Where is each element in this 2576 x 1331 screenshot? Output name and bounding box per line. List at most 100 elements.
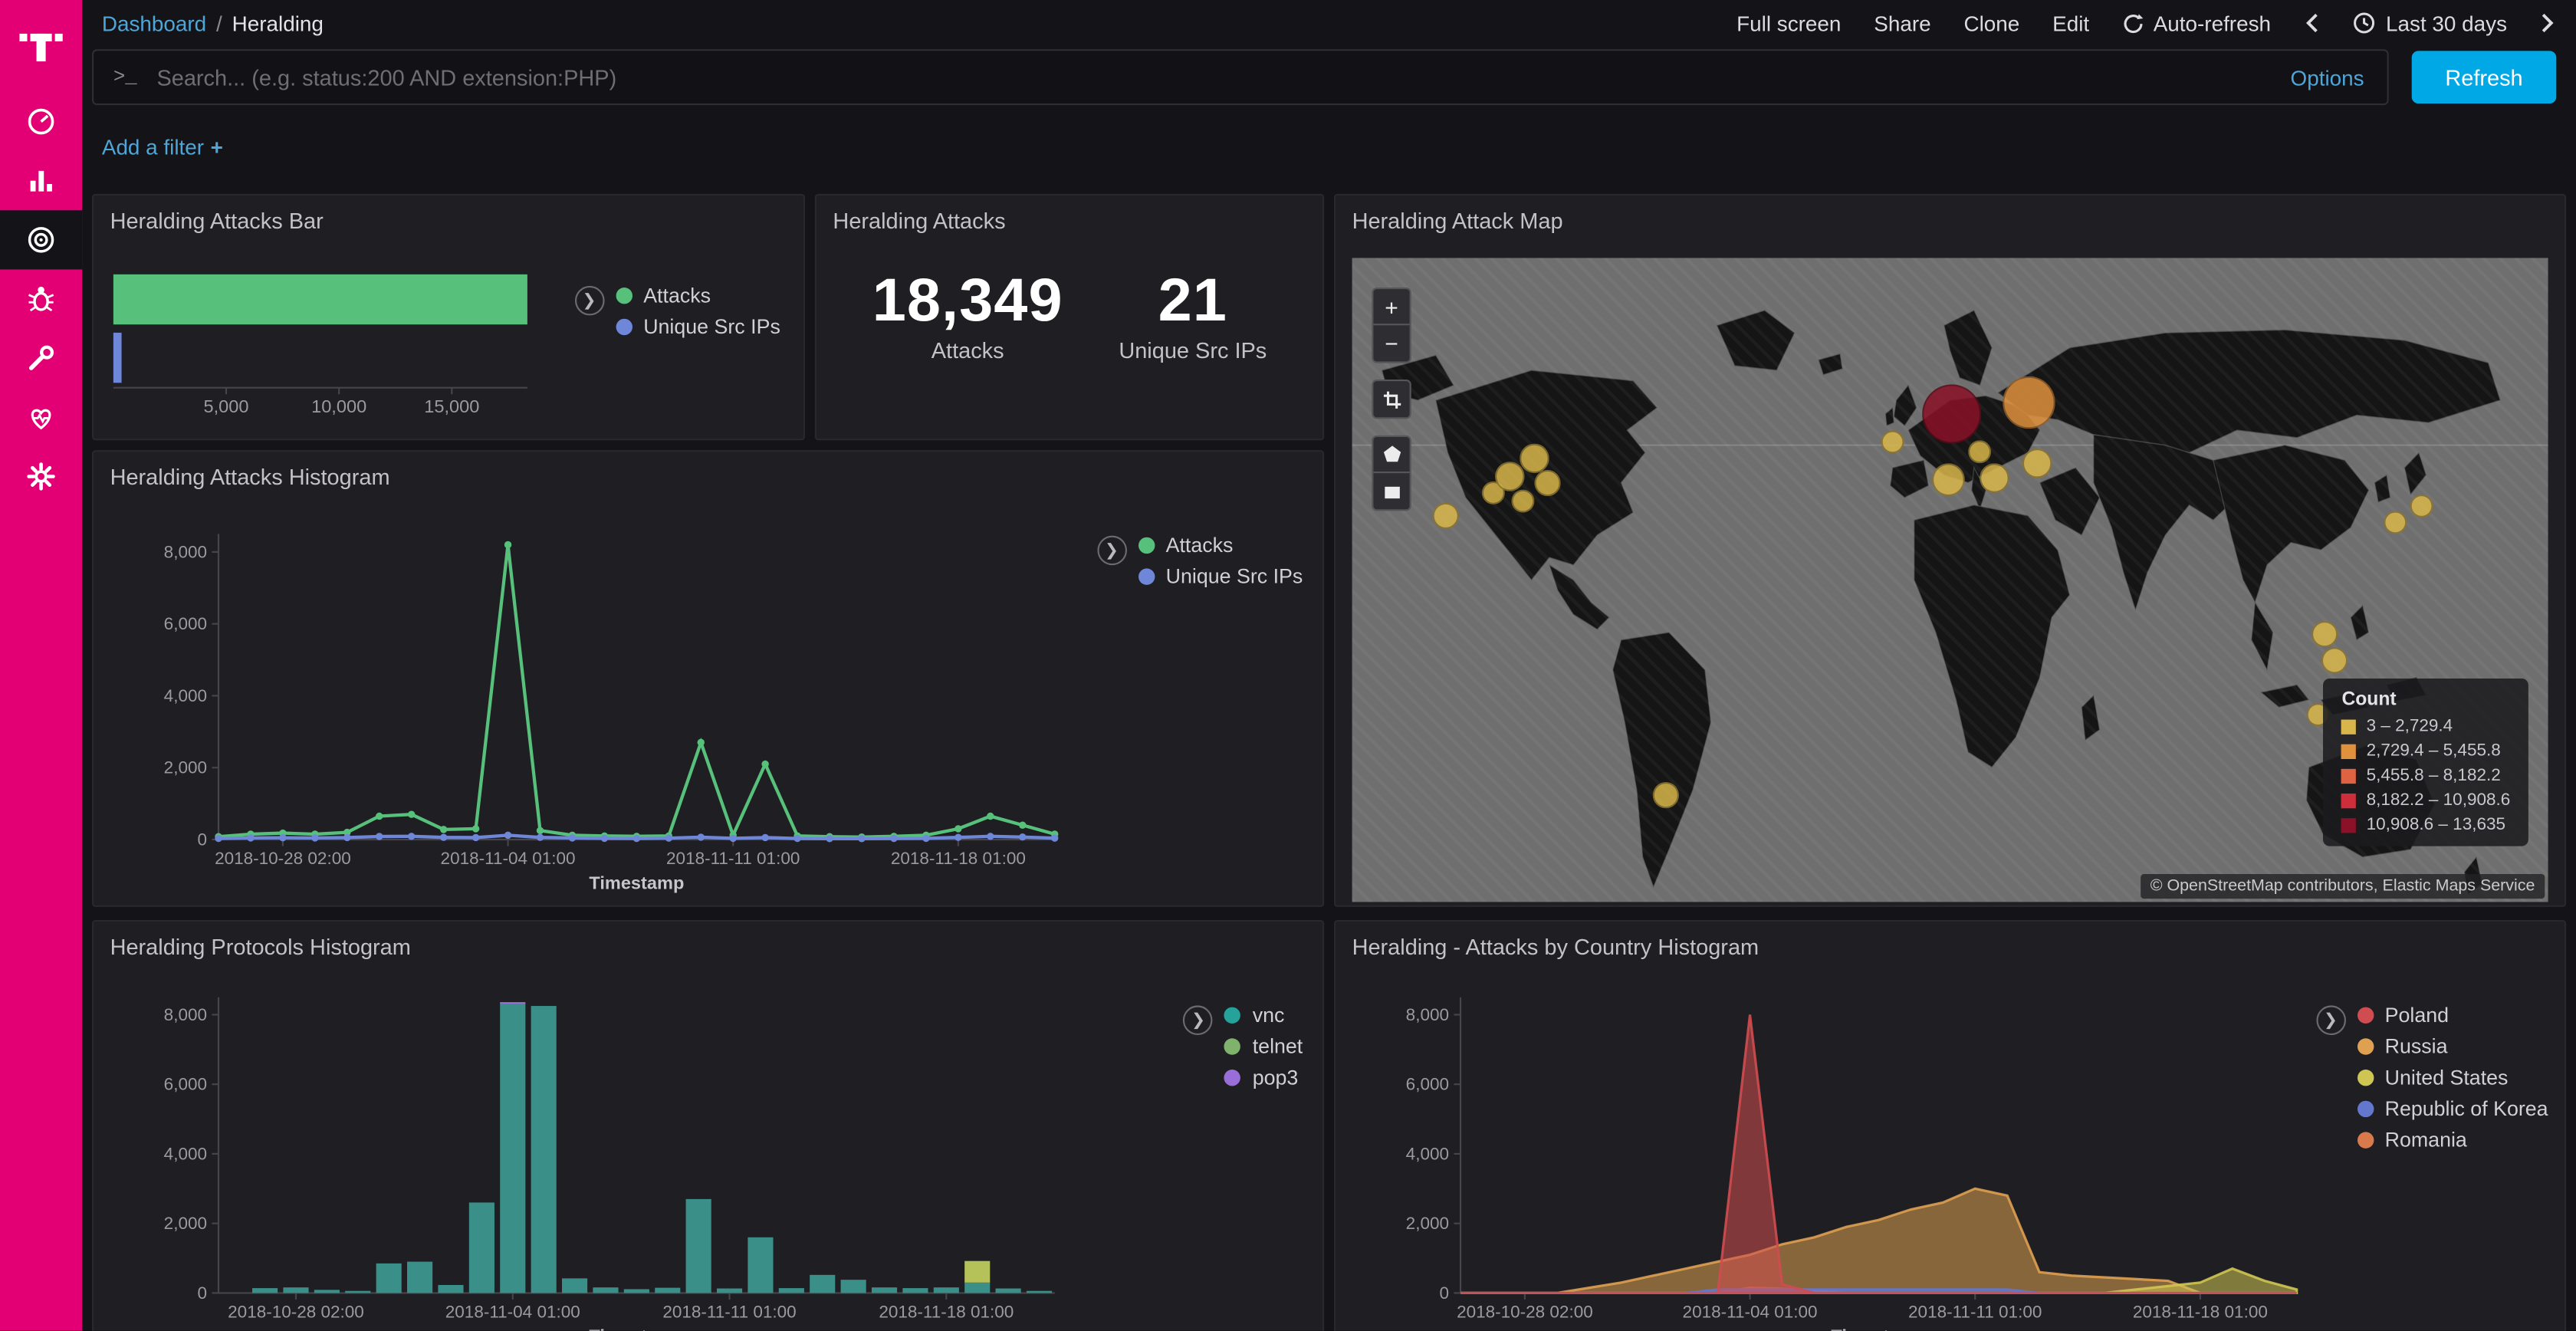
gauge-icon	[25, 105, 58, 138]
svg-text:10,000: 10,000	[311, 396, 366, 416]
legend-label: Attacks	[643, 284, 711, 307]
svg-text:8,000: 8,000	[164, 1005, 207, 1024]
panel-title: Heralding - Attacks by Country Histogram	[1336, 922, 2564, 959]
svg-text:6,000: 6,000	[1406, 1075, 1449, 1094]
wrench-icon	[25, 342, 58, 375]
legend-item[interactable]: 3 – 2,729.4	[2341, 716, 2510, 736]
terminal-prompt-icon: >_	[113, 66, 137, 89]
time-range-button[interactable]: Last 30 days	[2353, 11, 2507, 35]
add-filter-link[interactable]: Add a filter+	[102, 135, 223, 159]
legend-item[interactable]: Poland	[2357, 1004, 2548, 1027]
map-marker[interactable]	[1980, 463, 2009, 493]
legend-item[interactable]: 10,908.6 – 13,635	[2341, 815, 2510, 835]
legend-item[interactable]: Romania	[2357, 1129, 2548, 1152]
legend-label: 5,455.8 – 8,182.2	[2367, 766, 2501, 786]
map-fit-bounds-button[interactable]	[1373, 381, 1409, 417]
breadcrumb-dashboard-link[interactable]: Dashboard	[102, 11, 206, 35]
svg-text:8,000: 8,000	[1406, 1005, 1449, 1024]
map-marker[interactable]	[1512, 490, 1535, 513]
crop-icon	[1381, 389, 1402, 410]
map-marker[interactable]	[1969, 439, 1992, 462]
world-map[interactable]: + −	[1352, 258, 2548, 902]
time-back-button[interactable]	[2304, 12, 2320, 35]
sidebar-item-bugs[interactable]	[0, 269, 82, 328]
sidebar-item-attack-map[interactable]	[0, 210, 82, 269]
legend-item[interactable]: vnc	[1224, 1004, 1303, 1027]
search-input[interactable]	[153, 64, 2274, 91]
map-marker[interactable]	[1495, 462, 1525, 492]
legend-label: pop3	[1253, 1066, 1299, 1089]
map-marker[interactable]	[2410, 494, 2433, 517]
legend-expand-icon[interactable]: ❯	[574, 286, 604, 316]
sidebar-item-settings[interactable]	[0, 447, 82, 506]
sidebar-item-health[interactable]	[0, 388, 82, 447]
metric-label: Attacks	[872, 338, 1063, 363]
panel-title: Heralding Attack Map	[1336, 196, 2564, 233]
legend-label: Attacks	[1166, 534, 1234, 557]
legend-expand-icon[interactable]: ❯	[1184, 1005, 1214, 1035]
map-zoom-out-button[interactable]: −	[1373, 325, 1409, 361]
legend-item[interactable]: 8,182.2 – 10,908.6	[2341, 790, 2510, 810]
map-marker[interactable]	[2322, 647, 2348, 673]
map-marker[interactable]	[2312, 622, 2338, 648]
map-zoom-in-button[interactable]: +	[1373, 289, 1409, 325]
svg-text:0: 0	[197, 830, 207, 850]
map-marker[interactable]	[1652, 783, 1678, 809]
legend-dot	[2357, 1038, 2373, 1054]
query-bar: >_ Options Refresh	[92, 49, 2556, 105]
legend-item[interactable]: Attacks	[616, 284, 780, 307]
map-marker[interactable]	[1931, 464, 1964, 497]
svg-text:2018-10-28 02:00: 2018-10-28 02:00	[228, 1303, 364, 1322]
legend-item[interactable]: telnet	[1224, 1035, 1303, 1058]
map-marker[interactable]	[2384, 511, 2407, 534]
clone-button[interactable]: Clone	[1963, 11, 2019, 35]
map-marker[interactable]	[2003, 376, 2055, 429]
edit-button[interactable]: Edit	[2052, 11, 2089, 35]
metric-value: 18,349	[872, 266, 1063, 335]
sidebar-item-tools[interactable]	[0, 329, 82, 388]
legend-label: United States	[2385, 1066, 2509, 1089]
map-marker[interactable]	[1923, 385, 1982, 444]
svg-text:2018-11-11 01:00: 2018-11-11 01:00	[662, 1303, 796, 1322]
map-draw-polygon-button[interactable]	[1373, 437, 1409, 473]
map-attribution[interactable]: © OpenStreetMap contributors, Elastic Ma…	[2141, 874, 2545, 899]
telekom-logo[interactable]	[0, 0, 82, 92]
plus-icon: +	[211, 135, 223, 159]
legend-item[interactable]: pop3	[1224, 1066, 1303, 1089]
svg-text:Timestamp: Timestamp	[589, 873, 684, 892]
country-area-chart[interactable]: 02,0004,0006,0008,0002018-10-28 02:00201…	[1385, 981, 2313, 1330]
legend-item[interactable]: Unique Src IPs	[1138, 565, 1303, 588]
full-screen-button[interactable]: Full screen	[1737, 11, 1841, 35]
map-marker[interactable]	[1534, 470, 1560, 496]
map-marker[interactable]	[1519, 444, 1549, 474]
legend-item[interactable]: United States	[2357, 1066, 2548, 1089]
refresh-button[interactable]: Refresh	[2412, 51, 2557, 104]
auto-refresh-button[interactable]: Auto-refresh	[2122, 11, 2271, 35]
svg-text:2018-11-04 01:00: 2018-11-04 01:00	[445, 1303, 580, 1322]
query-options-link[interactable]: Options	[2291, 65, 2367, 90]
legend-dot	[616, 319, 632, 335]
attacks-bar-chart[interactable]: 5,00010,00015,000	[110, 261, 629, 422]
legend-expand-icon[interactable]: ❯	[2316, 1005, 2346, 1035]
svg-text:5,000: 5,000	[204, 396, 249, 416]
map-marker[interactable]	[2022, 448, 2052, 478]
legend-item[interactable]: 5,455.8 – 8,182.2	[2341, 766, 2510, 786]
legend-item[interactable]: Attacks	[1138, 534, 1303, 557]
legend-expand-icon[interactable]: ❯	[1097, 536, 1127, 566]
sidebar-item-dashboard[interactable]	[0, 92, 82, 151]
attacks-line-chart[interactable]: 02,0004,0006,0008,0002018-10-28 02:00201…	[143, 518, 1071, 905]
sidebar-item-analytics[interactable]	[0, 151, 82, 210]
legend-dot	[1138, 568, 1154, 584]
share-button[interactable]: Share	[1874, 11, 1930, 35]
legend-item[interactable]: Unique Src IPs	[616, 315, 780, 338]
svg-text:2,000: 2,000	[1406, 1214, 1449, 1233]
legend-item[interactable]: 2,729.4 – 5,455.8	[2341, 741, 2510, 761]
legend-item[interactable]: Republic of Korea	[2357, 1097, 2548, 1120]
map-marker[interactable]	[1881, 430, 1904, 453]
time-forward-button[interactable]	[2540, 12, 2556, 35]
protocols-bar-chart[interactable]: 02,0004,0006,0008,0002018-10-28 02:00201…	[143, 981, 1071, 1330]
legend-item[interactable]: Russia	[2357, 1035, 2548, 1058]
target-icon	[25, 223, 58, 256]
map-draw-rectangle-button[interactable]	[1373, 473, 1409, 509]
map-marker[interactable]	[1432, 502, 1458, 528]
